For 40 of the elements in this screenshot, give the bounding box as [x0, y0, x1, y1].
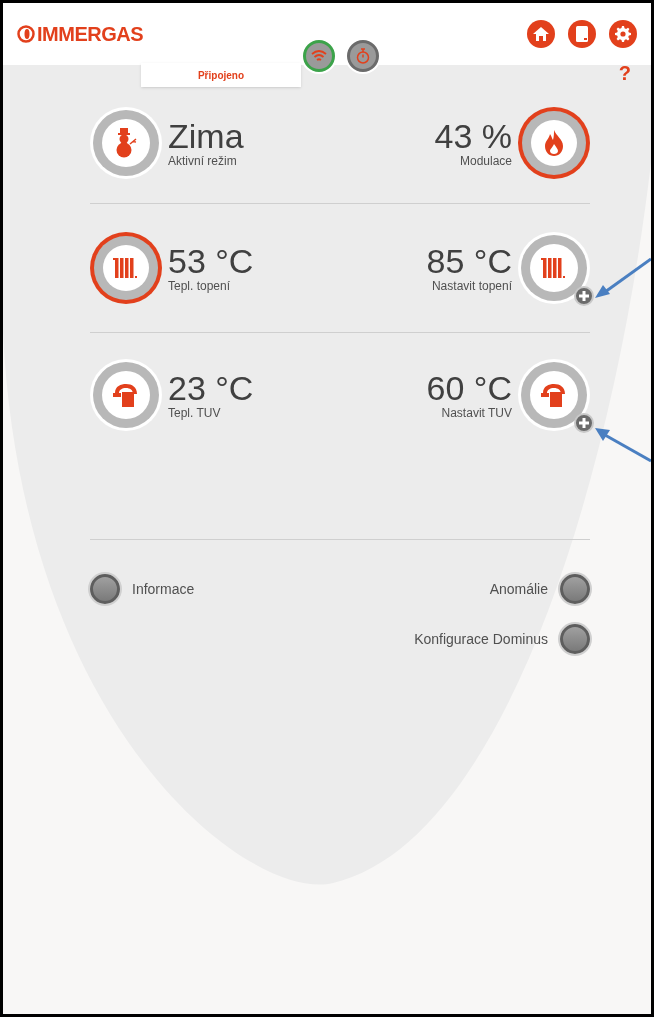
gauge-value: 85 °C — [426, 244, 512, 278]
radiator-icon — [541, 256, 567, 280]
annotation-arrow — [595, 425, 651, 463]
link-label[interactable]: Anomálie — [489, 578, 548, 600]
gauge-value: 23 °C — [168, 371, 254, 405]
logo-icon — [17, 25, 35, 43]
gauge-value: 43 % — [434, 119, 512, 153]
snowman-icon — [115, 128, 137, 158]
plus-button[interactable] — [574, 286, 594, 306]
settings-icon — [615, 26, 631, 42]
plus-button[interactable] — [574, 413, 594, 433]
gauge-label: Nastavit TUV — [441, 407, 512, 419]
plus-icon — [579, 291, 589, 301]
annotation-arrow — [595, 257, 651, 301]
link-label[interactable]: Konfigurace Dominus — [414, 628, 548, 650]
gauge-label: Modulace — [459, 155, 512, 167]
tablet-icon — [576, 26, 588, 42]
gauge-value: Zima — [168, 119, 244, 153]
tap-icon — [113, 383, 139, 407]
tap-icon — [541, 383, 567, 407]
home-icon — [533, 26, 549, 42]
help-button[interactable]: ? — [618, 63, 631, 83]
wifi-icon — [311, 50, 327, 62]
link-label[interactable]: Informace — [132, 578, 195, 600]
tablet-button[interactable] — [568, 20, 596, 48]
wifi-button[interactable] — [303, 40, 335, 72]
gauge-label: Aktivní režim — [168, 155, 237, 167]
plus-icon — [579, 418, 589, 428]
timer-button[interactable] — [347, 40, 379, 72]
gauge-label: Tepl. topení — [168, 280, 231, 292]
gauge-value: 53 °C — [168, 244, 254, 278]
gauge-label: Nastavit topení — [431, 280, 512, 292]
radiator-icon — [113, 256, 139, 280]
flame-icon — [544, 130, 564, 156]
settings-button[interactable] — [609, 20, 637, 48]
gauge-label: Tepl. TUV — [168, 407, 221, 419]
stopwatch-icon — [356, 48, 370, 64]
logo-text: IMMERGAS — [37, 22, 143, 47]
gauge-value: 60 °C — [426, 371, 512, 405]
home-button[interactable] — [527, 20, 555, 48]
